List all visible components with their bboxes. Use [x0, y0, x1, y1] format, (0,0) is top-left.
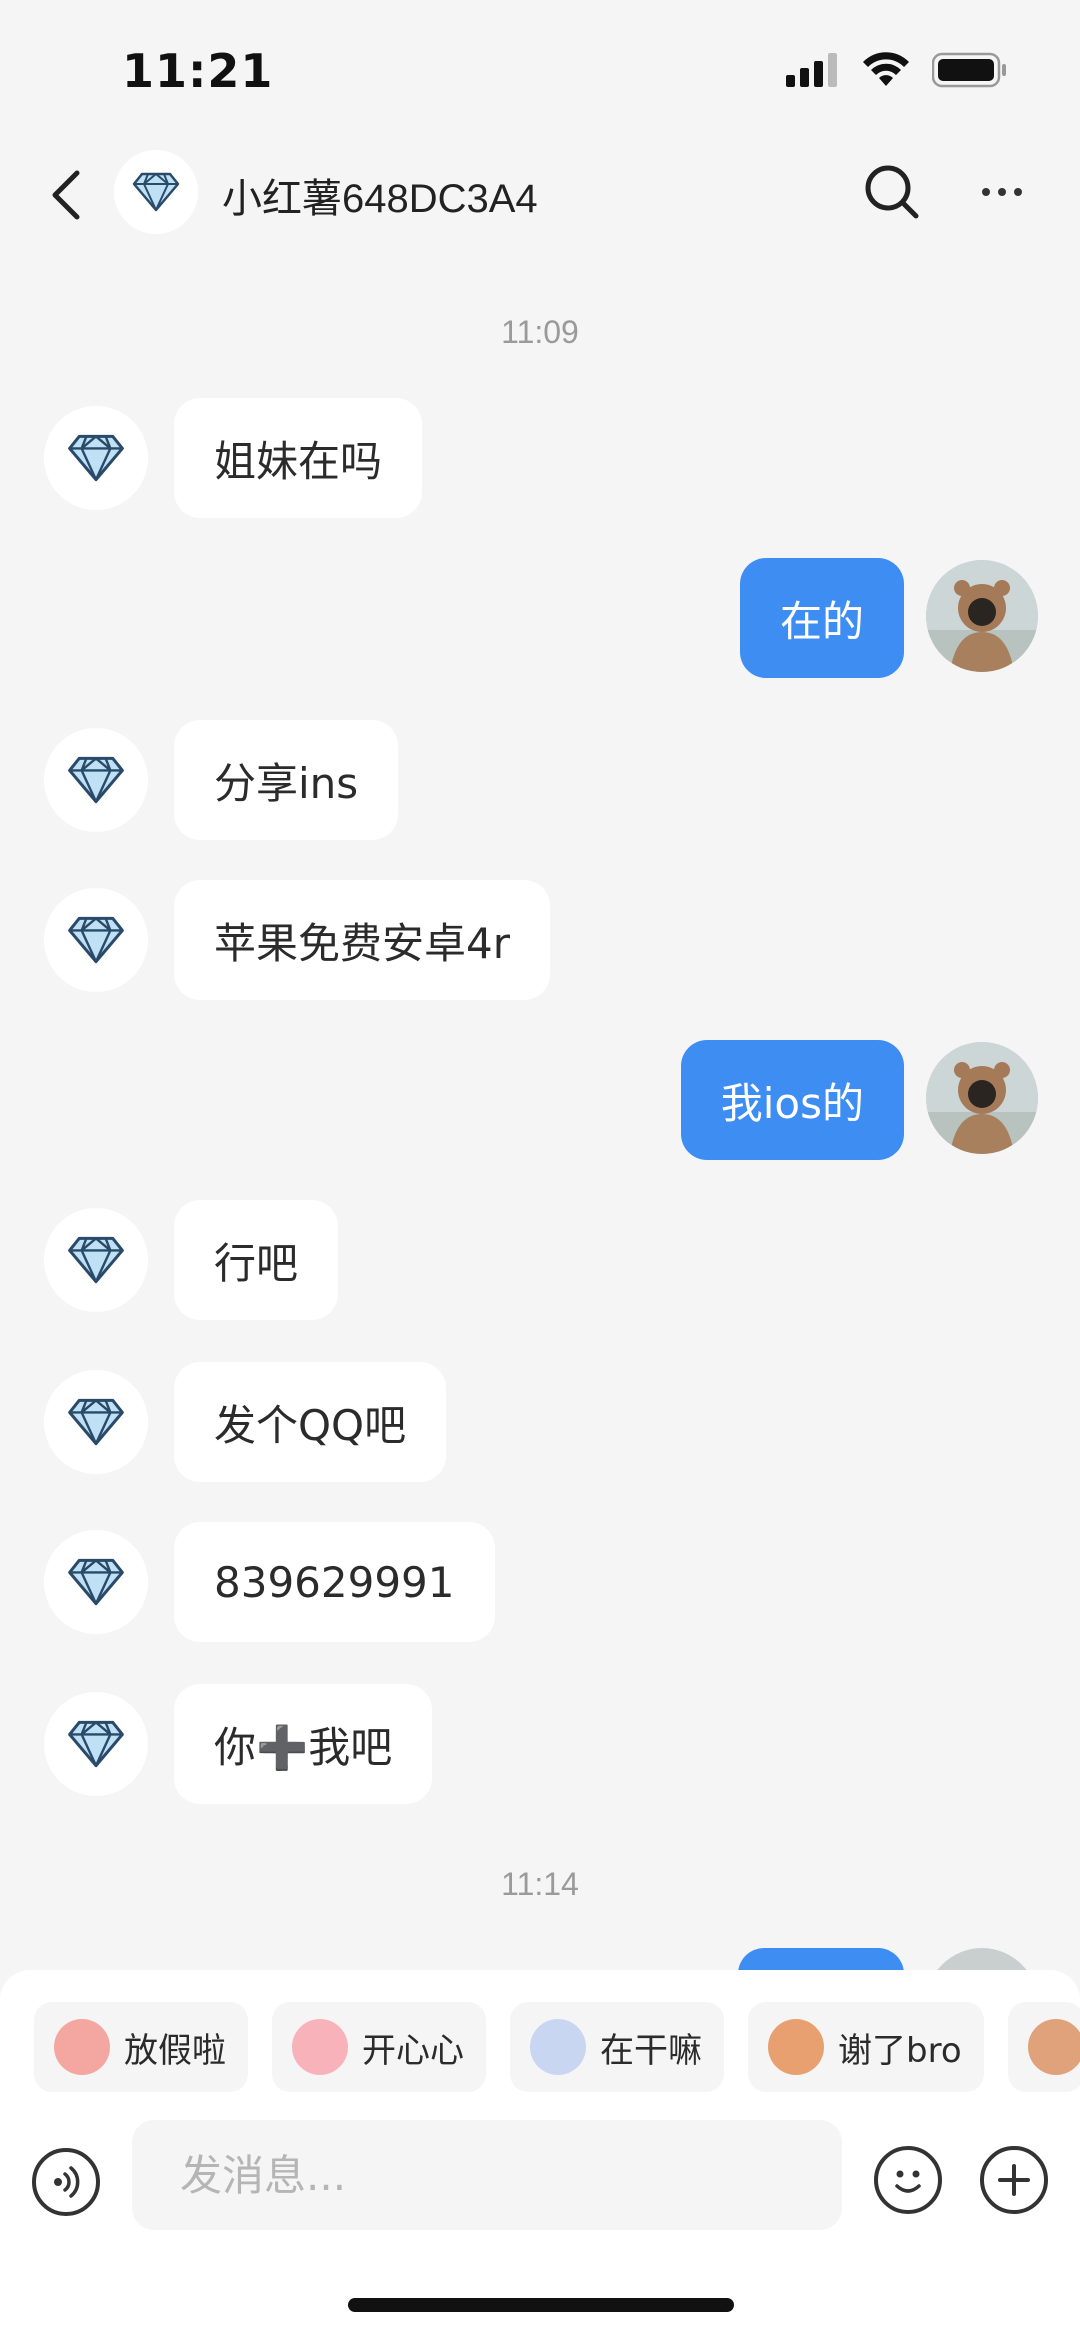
diamond-icon	[68, 1236, 124, 1284]
sender-avatar[interactable]	[44, 1692, 148, 1796]
message-row: 行吧	[0, 1200, 1080, 1320]
sender-avatar[interactable]	[44, 728, 148, 832]
status-bar: 11:21	[0, 0, 1080, 140]
battery-icon	[932, 52, 1006, 88]
message-row: 你➕我吧	[0, 1684, 1080, 1804]
message-row: 我ios的	[0, 1040, 1080, 1160]
diamond-icon	[68, 1558, 124, 1606]
more-button[interactable]	[972, 162, 1032, 222]
outgoing-message-bubble[interactable]: 在的	[739, 558, 904, 678]
diamond-icon	[68, 756, 124, 804]
input-bar	[0, 2120, 1080, 2240]
timestamp: 11:09	[501, 314, 579, 350]
plus-icon	[998, 2164, 1030, 2196]
sticker-chip[interactable]	[1007, 2002, 1080, 2092]
plus-button[interactable]	[980, 2146, 1048, 2214]
sender-avatar[interactable]	[44, 1530, 148, 1634]
sticker-face-icon	[292, 2019, 348, 2075]
diamond-icon	[68, 916, 124, 964]
incoming-message-bubble[interactable]: 行吧	[174, 1200, 339, 1320]
sticker-chip[interactable]: 谢了bro	[748, 2002, 984, 2092]
incoming-message-bubble[interactable]: 苹果免费安卓4r	[174, 880, 550, 1000]
incoming-message-bubble[interactable]: 你➕我吧	[174, 1684, 433, 1804]
more-dot	[1014, 188, 1022, 196]
contact-avatar[interactable]	[114, 150, 198, 234]
message-row: 分享ins	[0, 720, 1080, 840]
sender-avatar[interactable]	[44, 1370, 148, 1474]
chat-title: 小红薯648DC3A4	[222, 177, 538, 221]
sticker-chip[interactable]: 在干嘛	[510, 2002, 724, 2092]
search-button[interactable]	[862, 162, 922, 222]
sticker-label: 在干嘛	[600, 2030, 702, 2071]
chat-header: 小红薯648DC3A4	[0, 140, 1080, 250]
message-row: 发个QQ吧	[0, 1362, 1080, 1482]
diamond-icon	[132, 172, 180, 212]
more-dot	[982, 188, 990, 196]
sticker-face-icon	[530, 2019, 586, 2075]
timestamp: 11:14	[501, 1866, 579, 1902]
sticker-label: 开心心	[362, 2030, 464, 2071]
status-time: 11:21	[122, 44, 274, 98]
sender-avatar[interactable]	[44, 888, 148, 992]
my-avatar[interactable]	[926, 1042, 1038, 1154]
quick-sticker-bar: 放假啦 开心心 在干嘛 谢了bro	[34, 2002, 1080, 2092]
incoming-message-bubble[interactable]: 发个QQ吧	[174, 1362, 447, 1482]
sticker-face-icon	[768, 2019, 824, 2075]
status-icons	[786, 52, 1008, 88]
diamond-icon	[68, 1720, 124, 1768]
emoji-button[interactable]	[874, 2146, 942, 2214]
message-row: 839629991	[0, 1522, 1080, 1642]
sender-avatar[interactable]	[44, 406, 148, 510]
composer-panel: 放假啦 开心心 在干嘛 谢了bro	[0, 1970, 1080, 2337]
sticker-label: 放假啦	[124, 2030, 226, 2071]
back-chevron-icon	[52, 170, 80, 220]
wifi-icon	[863, 52, 909, 86]
message-input[interactable]	[132, 2120, 842, 2230]
message-row: 苹果免费安卓4r	[0, 880, 1080, 1000]
incoming-message-bubble[interactable]: 分享ins	[174, 720, 399, 840]
incoming-message-bubble[interactable]: 839629991	[174, 1522, 495, 1642]
user-photo-avatar	[926, 560, 1038, 672]
sticker-face-icon	[1027, 2019, 1080, 2075]
diamond-icon	[68, 434, 124, 482]
my-avatar[interactable]	[926, 560, 1038, 672]
sender-avatar[interactable]	[44, 1208, 148, 1312]
sticker-chip[interactable]: 开心心	[272, 2002, 486, 2092]
more-dot	[998, 188, 1006, 196]
cellular-signal-icon	[786, 53, 837, 87]
voice-icon	[54, 2166, 80, 2198]
message-row: 在的	[0, 558, 1080, 678]
user-photo-avatar	[926, 1042, 1038, 1154]
back-button[interactable]	[36, 160, 96, 230]
message-row: 姐妹在吗	[0, 398, 1080, 518]
sticker-face-icon	[54, 2019, 110, 2075]
sticker-chip[interactable]: 放假啦	[34, 2002, 248, 2092]
sticker-label: 谢了bro	[838, 2030, 962, 2071]
diamond-icon	[68, 1398, 124, 1446]
search-icon	[865, 165, 919, 219]
incoming-message-bubble[interactable]: 姐妹在吗	[174, 398, 423, 518]
emoji-icon	[895, 2170, 921, 2193]
home-indicator	[348, 2298, 734, 2312]
voice-button[interactable]	[32, 2148, 100, 2216]
outgoing-message-bubble[interactable]: 我ios的	[680, 1040, 904, 1160]
